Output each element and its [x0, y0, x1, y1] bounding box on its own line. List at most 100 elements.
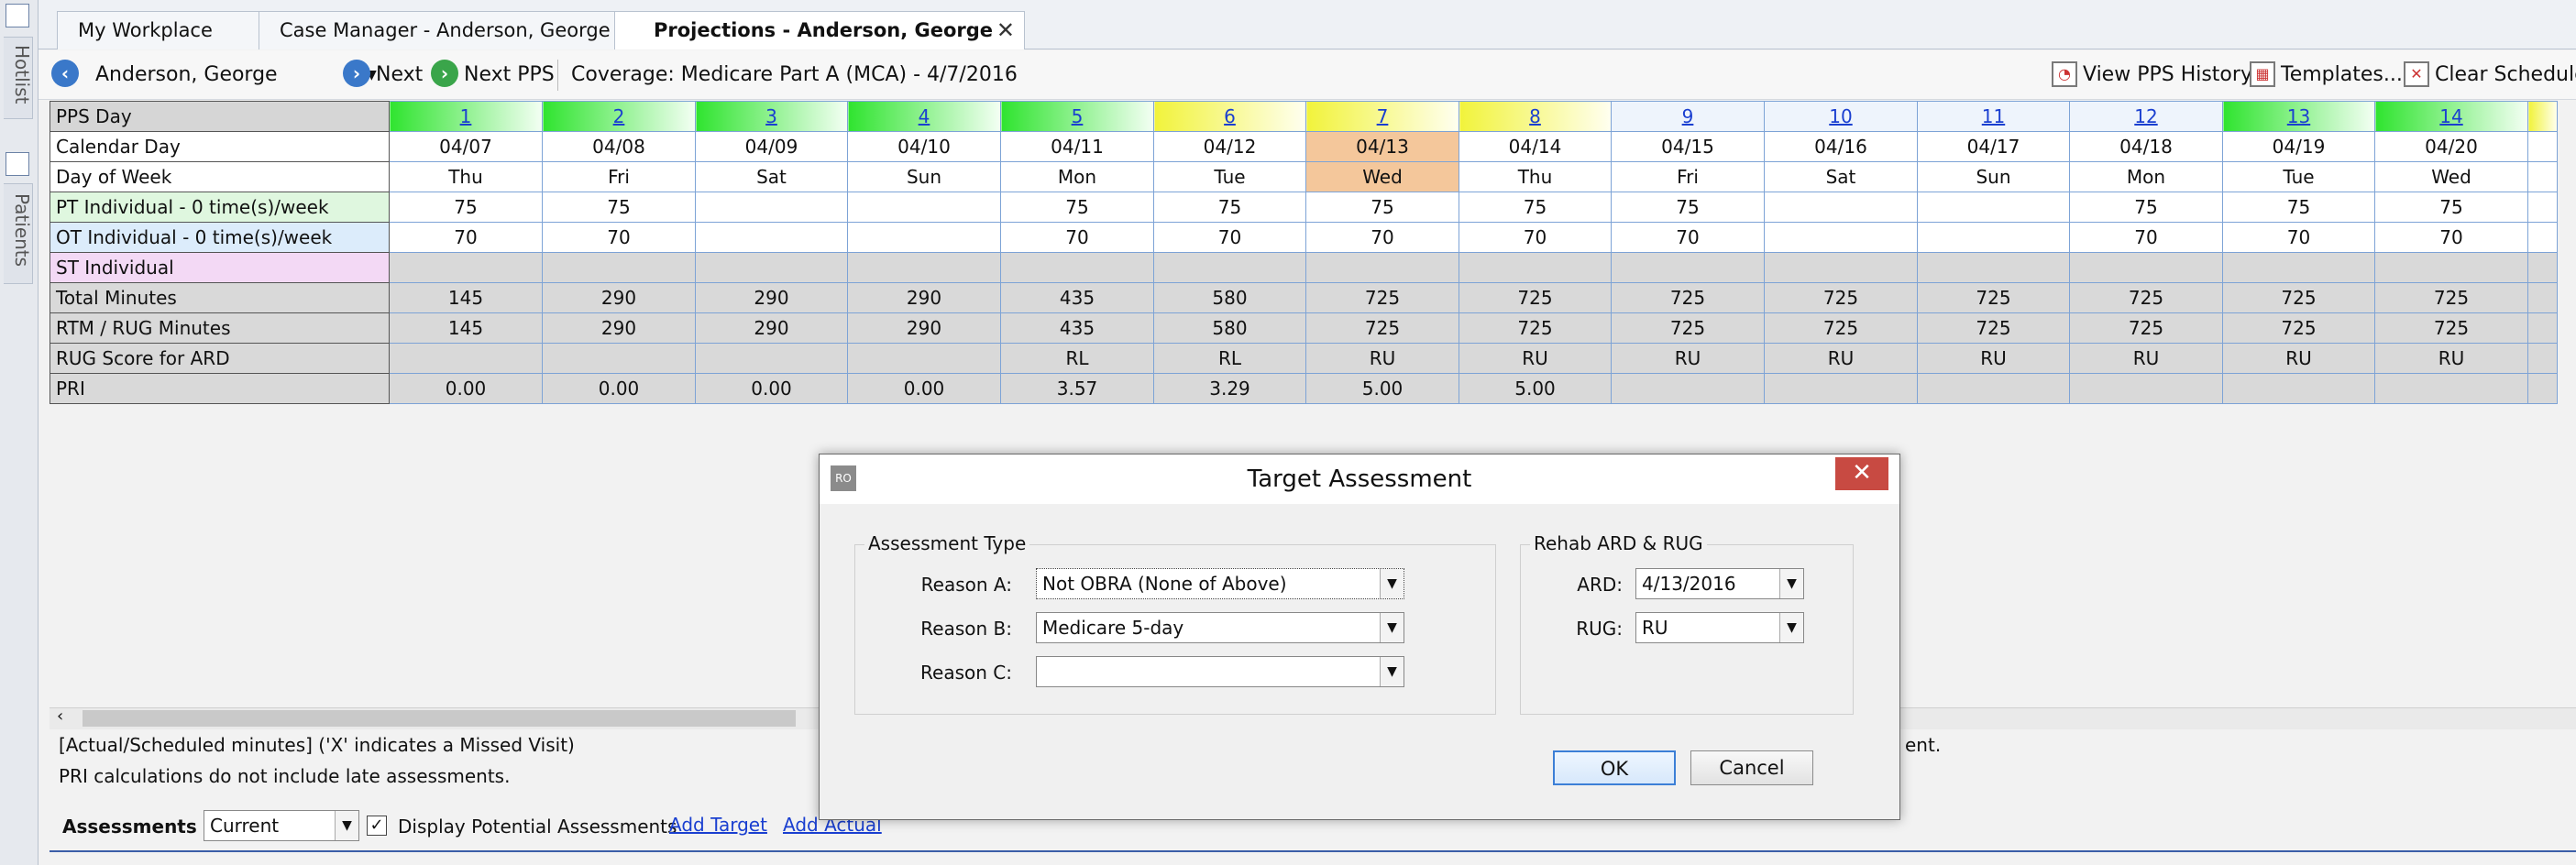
grid-cell[interactable]: 70 [389, 222, 543, 253]
grid-cell[interactable]: 75 [542, 192, 696, 223]
assessments-filter-select[interactable]: Current ▼ [204, 810, 359, 841]
grid-cell[interactable]: 75 [2222, 192, 2375, 223]
back-arrow-icon[interactable]: ‹ [51, 60, 79, 87]
pps-day-link[interactable]: 2 [542, 101, 696, 132]
pps-day-link[interactable]: 8 [1459, 101, 1612, 132]
chevron-down-icon[interactable]: ▼ [1380, 569, 1404, 598]
chevron-down-icon[interactable]: ▼ [335, 811, 358, 840]
grid-cell: 725 [1611, 282, 1765, 313]
grid-cell[interactable]: 70 [542, 222, 696, 253]
grid-cell[interactable]: 70 [1459, 222, 1612, 253]
toolbar: ‹ Anderson, George ▼ › Next › Next PPS C… [39, 50, 2576, 100]
chevron-down-icon[interactable]: ▼ [1779, 613, 1803, 642]
grid-cell: 725 [1764, 312, 1918, 344]
grid-cell[interactable]: 70 [1305, 222, 1459, 253]
grid-cell[interactable]: 75 [1459, 192, 1612, 223]
rug-select[interactable]: RU ▼ [1635, 612, 1804, 643]
grid-cell[interactable] [1305, 252, 1459, 283]
grid-cell[interactable]: 70 [1153, 222, 1306, 253]
pps-day-link[interactable]: 11 [1917, 101, 2070, 132]
chevron-down-icon[interactable]: ▼ [1380, 613, 1404, 642]
reason-b-select[interactable]: Medicare 5-day ▼ [1036, 612, 1404, 643]
patients-icon[interactable] [6, 152, 29, 176]
grid-cell[interactable] [847, 222, 1001, 253]
cancel-button[interactable]: Cancel [1690, 750, 1813, 785]
tab-case-manager[interactable]: Case Manager - Anderson, George [259, 11, 644, 49]
grid-cell: 290 [695, 282, 848, 313]
grid-cell[interactable]: 75 [2069, 192, 2223, 223]
grid-cell[interactable] [1917, 252, 2070, 283]
grid-cell[interactable]: 75 [1153, 192, 1306, 223]
grid-cell[interactable]: 70 [2374, 222, 2528, 253]
grid-cell[interactable] [2222, 252, 2375, 283]
pps-day-link[interactable]: 1 [389, 101, 543, 132]
close-tab-icon[interactable]: ✕ [996, 12, 1015, 49]
chevron-down-icon[interactable]: ▼ [1380, 657, 1404, 686]
clear-schedule-button[interactable]: Clear Schedule... [2435, 60, 2576, 91]
grid-cell[interactable]: 70 [2222, 222, 2375, 253]
grid-cell[interactable] [1764, 222, 1918, 253]
grid-overflow-cell [2527, 101, 2558, 132]
grid-cell[interactable] [1764, 192, 1918, 223]
view-pps-history-label: View PPS History [2083, 63, 2252, 86]
ard-date-picker[interactable]: 4/13/2016 ▼ [1635, 568, 1804, 599]
patients-tab[interactable]: Patients [4, 183, 33, 284]
grid-cell[interactable] [695, 222, 848, 253]
pps-day-link[interactable]: 9 [1611, 101, 1765, 132]
scrollbar-thumb[interactable] [83, 710, 796, 727]
grid-cell[interactable] [1917, 192, 2070, 223]
grid-cell[interactable] [2069, 252, 2223, 283]
grid-cell[interactable]: 75 [1000, 192, 1154, 223]
view-pps-history-button[interactable]: View PPS History [2083, 60, 2252, 91]
hotlist-icon[interactable] [6, 4, 29, 27]
grid-cell[interactable] [695, 192, 848, 223]
pps-day-link[interactable]: 3 [695, 101, 848, 132]
add-target-link[interactable]: Add Target [669, 814, 767, 836]
grid-cell[interactable] [1459, 252, 1612, 283]
reason-c-select[interactable]: ▼ [1036, 656, 1404, 687]
pps-day-link[interactable]: 12 [2069, 101, 2223, 132]
next-button[interactable]: Next [376, 60, 423, 91]
next-label: Next [376, 63, 424, 86]
next-pps-button[interactable]: Next PPS [464, 60, 555, 91]
pps-day-link[interactable]: 4 [847, 101, 1001, 132]
grid-cell[interactable]: 75 [389, 192, 543, 223]
templates-button[interactable]: Templates... [2281, 60, 2403, 91]
grid-cell: 725 [1459, 282, 1612, 313]
grid-cell[interactable] [2374, 252, 2528, 283]
grid-cell[interactable] [695, 252, 848, 283]
pps-day-link[interactable]: 14 [2374, 101, 2528, 132]
pps-day-link[interactable]: 5 [1000, 101, 1154, 132]
pps-day-link[interactable]: 13 [2222, 101, 2375, 132]
pps-day-link[interactable]: 7 [1305, 101, 1459, 132]
grid-cell[interactable] [1917, 222, 2070, 253]
grid-cell[interactable] [1000, 252, 1154, 283]
ard-label: ARD: [1577, 574, 1623, 596]
grid-cell[interactable] [542, 252, 696, 283]
grid-cell[interactable]: 75 [1611, 192, 1765, 223]
patient-selector[interactable]: Anderson, George ▼ [95, 60, 377, 91]
grid-cell[interactable]: 75 [1305, 192, 1459, 223]
display-potential-checkbox[interactable]: ✓ [367, 816, 387, 836]
grid-cell[interactable] [847, 252, 1001, 283]
hotlist-tab[interactable]: Hotlist [4, 37, 33, 119]
grid-overflow-cell [2527, 373, 2558, 404]
grid-cell[interactable] [1153, 252, 1306, 283]
grid-cell[interactable] [389, 252, 543, 283]
pps-day-link[interactable]: 6 [1153, 101, 1306, 132]
scroll-left-icon[interactable]: ‹ [57, 706, 63, 726]
pps-day-link[interactable]: 10 [1764, 101, 1918, 132]
dialog-close-button[interactable]: ✕ [1835, 457, 1888, 490]
ok-button[interactable]: OK [1553, 750, 1676, 785]
reason-a-select[interactable]: Not OBRA (None of Above) ▼ [1036, 568, 1404, 599]
grid-cell[interactable] [1764, 252, 1918, 283]
grid-cell[interactable]: 70 [1611, 222, 1765, 253]
chevron-down-icon[interactable]: ▼ [1779, 569, 1803, 598]
tab-my-workplace[interactable]: My Workplace [57, 11, 277, 49]
tab-projections[interactable]: Projections - Anderson, George ✕ [614, 11, 1025, 49]
grid-cell[interactable]: 70 [1000, 222, 1154, 253]
grid-cell[interactable]: 75 [2374, 192, 2528, 223]
grid-cell[interactable] [847, 192, 1001, 223]
grid-cell[interactable]: 70 [2069, 222, 2223, 253]
grid-cell[interactable] [1611, 252, 1765, 283]
